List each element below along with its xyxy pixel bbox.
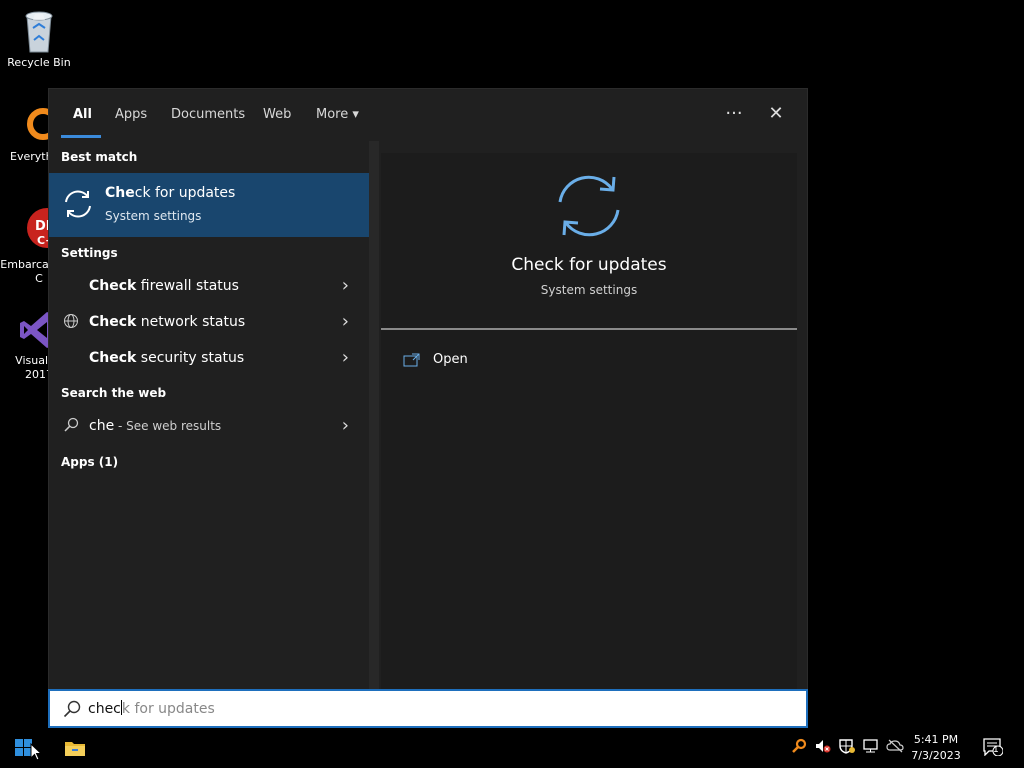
clock-date: 7/3/2023: [911, 749, 961, 762]
chevron-right-icon: ›: [341, 415, 349, 436]
settings-item-bold: Check: [89, 278, 137, 294]
refresh-icon: [65, 190, 91, 218]
chevron-right-icon: ›: [341, 275, 349, 296]
recycle-bin-shortcut[interactable]: Recycle Bin: [0, 6, 78, 70]
preview-separator: [381, 328, 797, 330]
shield-icon: [839, 739, 855, 754]
cloud-offline-icon: [886, 739, 904, 753]
tab-documents[interactable]: Documents: [171, 105, 245, 125]
open-icon: [403, 353, 420, 367]
best-match-title: Check for updates: [105, 185, 235, 201]
chevron-down-icon: ▾: [352, 107, 359, 122]
settings-item-firewall[interactable]: Check firewall status ›: [49, 269, 369, 305]
recycle-bin-icon: [25, 11, 53, 53]
refresh-icon: [558, 175, 620, 237]
best-match-heading: Best match: [61, 150, 138, 164]
desktop-icon-label: Recycle Bin: [7, 56, 71, 69]
clock-time: 5:41 PM: [913, 733, 959, 746]
search-web-heading: Search the web: [61, 386, 167, 400]
folder-icon: [65, 742, 85, 756]
settings-heading: Settings: [61, 246, 118, 260]
chevron-right-icon: ›: [341, 311, 349, 332]
web-search-label: che - See web results: [89, 418, 221, 434]
chevron-right-icon: ›: [341, 347, 349, 368]
preview-pane: Check for updates System settings Open: [381, 153, 797, 689]
taskbar: 5:41 PM 7/3/2023 1: [0, 728, 1024, 768]
tab-all[interactable]: All: [73, 105, 92, 125]
speaker-icon: [816, 740, 831, 753]
notification-count: 1: [993, 745, 999, 755]
results-list: Best match Check for updates System sett…: [49, 141, 369, 689]
settings-item-network[interactable]: Check network status ›: [49, 305, 369, 341]
globe-icon-svg: [64, 314, 78, 328]
search-icon: [61, 417, 81, 437]
search-icon-svg: [64, 417, 79, 432]
settings-item-security[interactable]: Check security status ›: [49, 341, 369, 377]
settings-item-rest: security status: [136, 350, 245, 366]
security-tray-icon[interactable]: [838, 738, 856, 756]
settings-item-rest: firewall status: [136, 278, 239, 294]
search-panel: All Apps Documents Web More ▾ ··· ✕ Best…: [48, 88, 808, 728]
close-button[interactable]: ✕: [761, 101, 791, 127]
panel-divider: [369, 141, 379, 689]
globe-icon: [61, 313, 81, 333]
open-action[interactable]: Open: [401, 349, 601, 373]
search-typed-text: chec: [88, 701, 121, 717]
onedrive-tray-icon[interactable]: [886, 738, 904, 756]
network-icon: [863, 739, 878, 753]
everything-tray-icon[interactable]: [790, 738, 808, 756]
search-tabs: All Apps Documents Web More ▾ ··· ✕: [49, 89, 809, 141]
web-search-query: che: [89, 418, 115, 434]
file-explorer-button[interactable]: [54, 728, 96, 768]
best-match-title-rest: ck for updates: [134, 185, 236, 201]
settings-item-label: Check firewall status: [89, 278, 239, 294]
preview-subtitle: System settings: [540, 283, 638, 297]
mouse-cursor-icon: [30, 743, 42, 761]
search-icon: [63, 700, 81, 718]
volume-muted-icon[interactable]: [814, 738, 832, 756]
start-button[interactable]: [0, 728, 48, 768]
settings-item-bold: Check: [89, 350, 137, 366]
tab-apps[interactable]: Apps: [115, 105, 147, 125]
active-tab-indicator: [61, 135, 101, 138]
action-center-button[interactable]: 1: [982, 738, 1004, 757]
best-match-title-bold: Che: [105, 185, 135, 201]
clock[interactable]: 5:41 PM 7/3/2023: [910, 732, 962, 764]
search-autocomplete-text: k for updates: [121, 701, 215, 717]
network-tray-icon[interactable]: [862, 738, 880, 756]
search-input-text: check for updates: [88, 700, 215, 717]
settings-item-bold: Check: [89, 314, 137, 330]
preview-title: Check for updates: [511, 255, 667, 275]
more-options-button[interactable]: ···: [719, 101, 749, 127]
settings-item-rest: network status: [136, 314, 246, 330]
best-match-subtitle: System settings: [105, 209, 202, 223]
apps-heading[interactable]: Apps (1): [61, 455, 118, 469]
search-input[interactable]: check for updates: [48, 689, 808, 728]
tab-web[interactable]: Web: [263, 105, 291, 125]
settings-item-label: Check network status: [89, 314, 245, 330]
open-label: Open: [433, 352, 468, 367]
everything-search-icon: [792, 738, 807, 753]
settings-item-label: Check security status: [89, 350, 244, 366]
web-search-item[interactable]: che - See web results ›: [49, 409, 369, 445]
best-match-item[interactable]: Check for updates System settings: [49, 173, 369, 237]
tab-more[interactable]: More ▾: [316, 105, 359, 125]
web-search-suffix: - See web results: [114, 419, 222, 433]
tab-more-label: More: [316, 107, 349, 122]
